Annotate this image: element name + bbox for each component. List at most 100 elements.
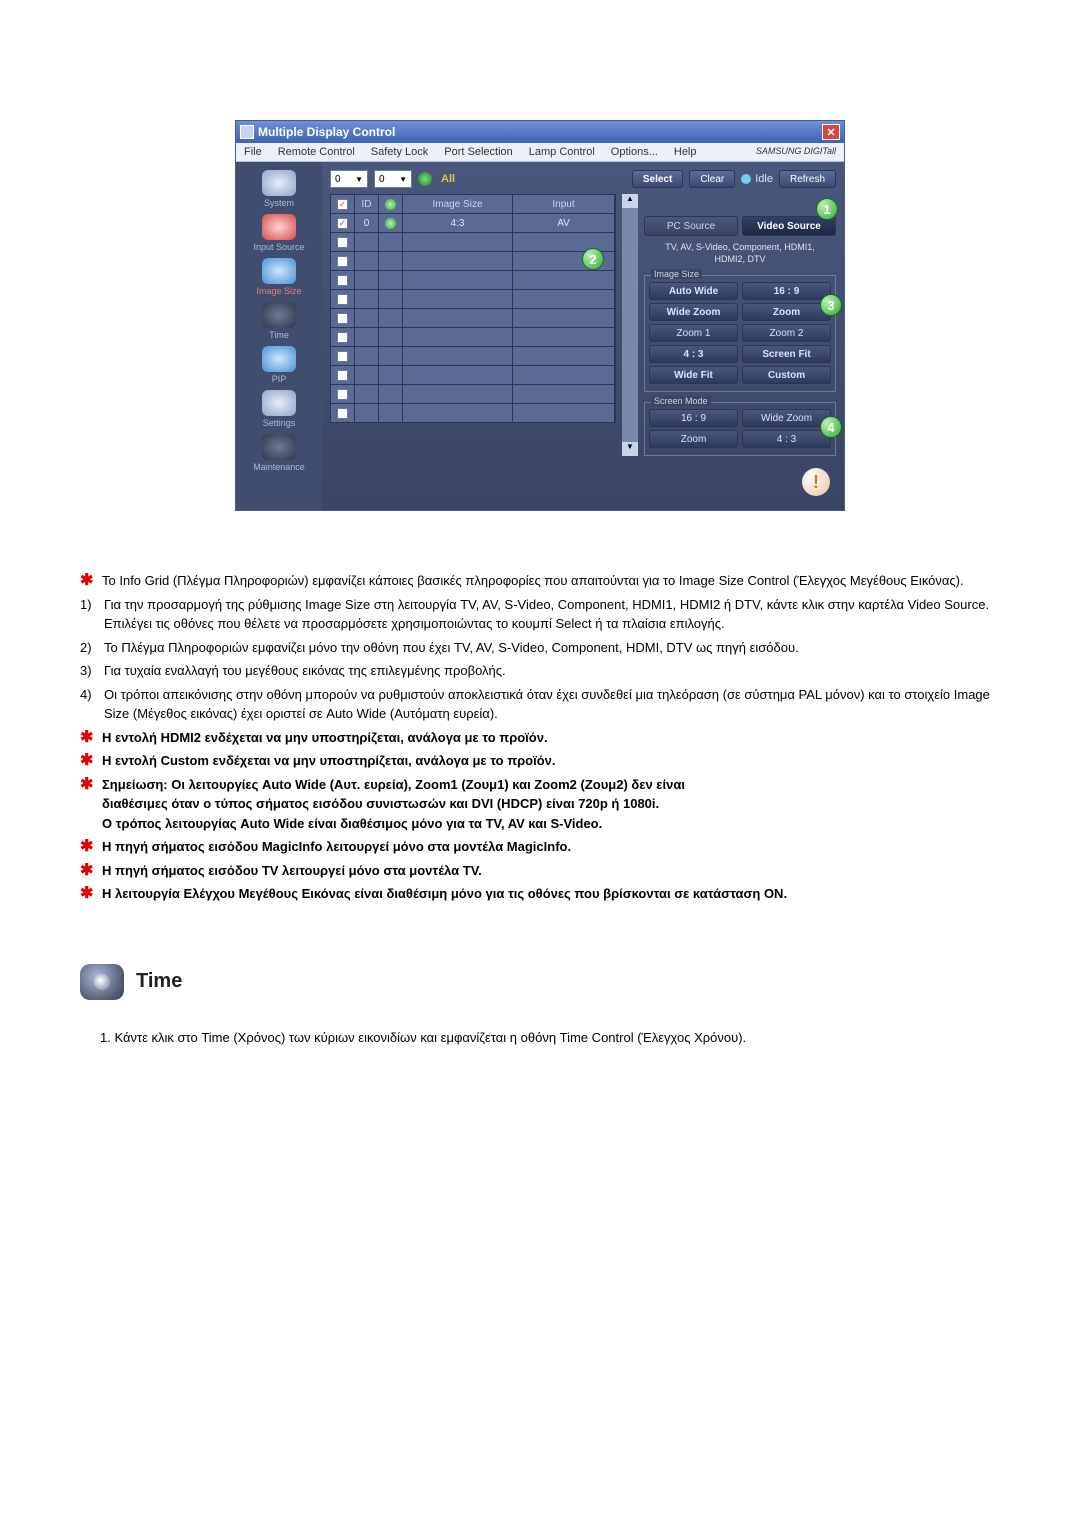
note-4c: Ο τρόπος λειτουργίας Auto Wide είναι δια… [102, 814, 685, 834]
star-icon: ✱ [80, 775, 96, 834]
row-check-icon[interactable] [337, 313, 348, 324]
scroll-down-icon[interactable]: ▼ [622, 442, 638, 456]
zoom2-button[interactable]: Zoom 2 [742, 324, 831, 342]
star-icon: ✱ [80, 861, 96, 881]
menu-remote[interactable]: Remote Control [270, 143, 363, 161]
row-check-icon[interactable] [337, 218, 348, 229]
note-magicinfo: Η πηγή σήματος εισόδου MagicInfo λειτουρ… [102, 837, 571, 857]
row-check-icon[interactable] [337, 370, 348, 381]
system-icon [262, 170, 296, 196]
note-tv: Η πηγή σήματος εισόδου TV λειτουργεί μόν… [102, 861, 482, 881]
note-3: Για τυχαία εναλλαγή του μεγέθους εικόνας… [104, 661, 506, 681]
table-row [330, 366, 616, 385]
sidebar-item-input-source[interactable]: Input Source [236, 214, 322, 252]
sidebar: System Input Source Image Size Time PIP … [236, 162, 322, 510]
source-info-line1: TV, AV, S-Video, Component, HDMI1, [644, 242, 836, 254]
table-row [330, 271, 616, 290]
col-image-size: Image Size [403, 195, 513, 213]
row-check-icon[interactable] [337, 275, 348, 286]
custom-button[interactable]: Custom [742, 366, 831, 384]
menu-help[interactable]: Help [666, 143, 705, 161]
chevron-down-icon: ▼ [399, 175, 407, 184]
row-id: 0 [355, 214, 379, 232]
menu-safety[interactable]: Safety Lock [363, 143, 436, 161]
table-row[interactable]: 0 4:3 AV [330, 214, 616, 233]
row-size: 4:3 [403, 214, 513, 232]
note-2: Το Πλέγμα Πληροφοριών εμφανίζει μόνο την… [104, 638, 799, 658]
clear-button[interactable]: Clear [689, 170, 735, 188]
auto-wide-button[interactable]: Auto Wide [649, 282, 738, 300]
menu-lamp[interactable]: Lamp Control [521, 143, 603, 161]
check-all-icon[interactable] [337, 199, 348, 210]
table-row [330, 347, 616, 366]
sidebar-item-pip[interactable]: PIP [236, 346, 322, 384]
image-size-group: Image Size Auto Wide16 : 9 Wide ZoomZoom… [644, 275, 836, 392]
note-4b: διαθέσιμες όταν ο τύπος σήματος εισόδου … [102, 794, 685, 814]
sm-16-9-button[interactable]: 16 : 9 [649, 409, 738, 427]
table-row [330, 290, 616, 309]
main-panel: 0▼ 0▼ All Select Clear Idle Refresh ID [322, 162, 844, 510]
refresh-button[interactable]: Refresh [779, 170, 836, 188]
sidebar-item-time[interactable]: Time [236, 302, 322, 340]
star-icon: ✱ [80, 571, 96, 591]
table-row [330, 385, 616, 404]
row-check-icon[interactable] [337, 389, 348, 400]
scrollbar[interactable]: ▲ ▼ [622, 194, 638, 456]
sidebar-item-maintenance[interactable]: Maintenance [236, 434, 322, 472]
sidebar-item-settings[interactable]: Settings [236, 390, 322, 428]
source-info-line2: HDMI2, DTV [644, 254, 836, 266]
dropdown-2[interactable]: 0▼ [374, 170, 412, 188]
star-icon: ✱ [80, 728, 96, 748]
col-check[interactable] [331, 195, 355, 213]
idle-indicator: Idle [741, 173, 773, 185]
star-icon: ✱ [80, 884, 96, 904]
time-icon [262, 302, 296, 328]
select-button[interactable]: Select [632, 170, 683, 188]
wide-fit-button[interactable]: Wide Fit [649, 366, 738, 384]
idle-label: Idle [755, 173, 773, 185]
wide-zoom-button[interactable]: Wide Zoom [649, 303, 738, 321]
menu-port[interactable]: Port Selection [436, 143, 520, 161]
menu-options[interactable]: Options... [603, 143, 666, 161]
menu-file[interactable]: File [236, 143, 270, 161]
zoom-button[interactable]: Zoom [742, 303, 831, 321]
idle-dot-icon [741, 174, 751, 184]
callout-2: 2 [582, 248, 604, 270]
row-check-icon[interactable] [337, 408, 348, 419]
note-hdmi2: Η εντολή HDMI2 ενδέχεται να μην υποστηρί… [102, 728, 548, 748]
chevron-down-icon: ▼ [355, 175, 363, 184]
row-check-icon[interactable] [337, 237, 348, 248]
scroll-up-icon[interactable]: ▲ [622, 194, 638, 208]
titlebar: Multiple Display Control ✕ [236, 121, 844, 143]
row-check-icon[interactable] [337, 332, 348, 343]
row-status-icon [385, 218, 396, 229]
right-panel: PC Source Video Source TV, AV, S-Video, … [644, 194, 836, 456]
maintenance-icon [262, 434, 296, 460]
tab-pc-source[interactable]: PC Source [644, 216, 738, 236]
4-3-button[interactable]: 4 : 3 [649, 345, 738, 363]
sidebar-item-image-size[interactable]: Image Size [236, 258, 322, 296]
row-check-icon[interactable] [337, 256, 348, 267]
star-icon: ✱ [80, 751, 96, 771]
pip-icon [262, 346, 296, 372]
sm-wide-zoom-button[interactable]: Wide Zoom [742, 409, 831, 427]
row-check-icon[interactable] [337, 294, 348, 305]
table-row [330, 233, 616, 252]
table-row [330, 328, 616, 347]
time-section-icon [80, 964, 124, 1000]
sm-zoom-button[interactable]: Zoom [649, 430, 738, 448]
row-input: AV [513, 214, 615, 232]
zoom1-button[interactable]: Zoom 1 [649, 324, 738, 342]
sm-4-3-button[interactable]: 4 : 3 [742, 430, 831, 448]
note-info-grid: Το Info Grid (Πλέγμα Πληροφοριών) εμφανί… [102, 571, 964, 591]
16-9-button[interactable]: 16 : 9 [742, 282, 831, 300]
row-check-icon[interactable] [337, 351, 348, 362]
input-source-icon [262, 214, 296, 240]
dropdown-1[interactable]: 0▼ [330, 170, 368, 188]
time-section: Time 1. Κάντε κλικ στο Time (Χρόνος) των… [80, 964, 1000, 1045]
list-number: 2) [80, 638, 98, 658]
close-icon[interactable]: ✕ [822, 124, 840, 140]
screen-fit-button[interactable]: Screen Fit [742, 345, 831, 363]
dropdown-1-value: 0 [335, 174, 341, 185]
sidebar-item-system[interactable]: System [236, 170, 322, 208]
